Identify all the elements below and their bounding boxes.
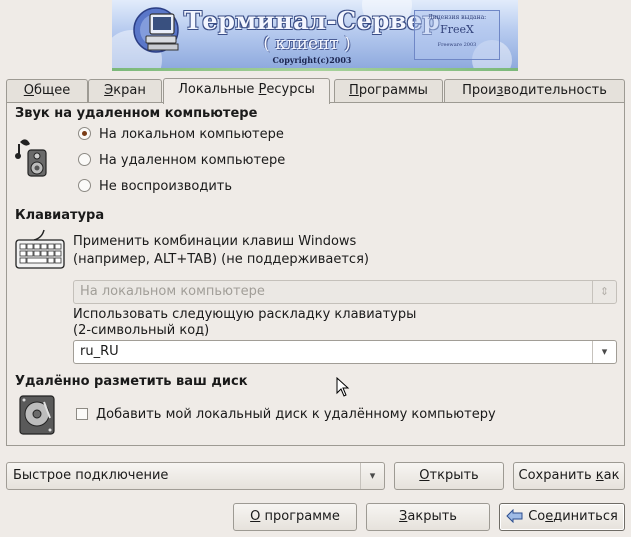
chevron-down-icon: ▾	[592, 341, 616, 363]
about-button-mnemonic: О	[250, 509, 261, 524]
computer-icon	[133, 7, 179, 53]
layout-label-line2: (2-символьный код)	[73, 323, 210, 338]
open-button-label: ткрыть	[429, 468, 479, 483]
tab-programs-label: рограммы	[358, 83, 428, 98]
tab-general-mnemonic: О	[23, 83, 34, 98]
tab-programs-mnemonic: П	[349, 83, 359, 98]
open-button[interactable]: Открыть	[394, 462, 504, 490]
save-as-button-mnemonic: к	[595, 468, 604, 483]
quick-connect-combo[interactable]: Быстрое подключение ▾	[6, 462, 385, 490]
close-button-label: акрыть	[407, 509, 457, 524]
banner-logo-line1: Лицензия выдана:	[427, 14, 487, 21]
banner-logo: Лицензия выдана: FreeX Freeware 2003	[414, 10, 500, 60]
sound-option-remote[interactable]: На удаленном компьютере	[78, 152, 285, 170]
share-disk-checkbox-label: Добавить мой локальный диск к удалённому…	[96, 407, 496, 422]
keyboard-icon	[15, 229, 65, 269]
tab-screen-mnemonic: Э	[104, 83, 114, 98]
disk-section-title: Удалённо разметить ваш диск	[15, 374, 248, 389]
apply-shortcuts-combo-value: На локальном компьютере	[80, 284, 265, 299]
connect-arrow-icon	[506, 508, 523, 524]
banner-subtitle: ( клиент )	[263, 34, 351, 54]
spin-arrows-icon: ⇕	[592, 281, 616, 303]
tab-local-resources-pre: Локальные	[178, 82, 259, 97]
layout-label-line1: Использовать следующую раскладку клавиат…	[73, 307, 417, 322]
chevron-down-icon: ▾	[360, 463, 384, 489]
radio-unchecked[interactable]	[78, 153, 91, 166]
sound-section-title: Звук на удаленном компьютере	[15, 106, 258, 121]
tab-screen-label: кран	[113, 83, 146, 98]
banner-title: Терминал-Сервер	[184, 6, 440, 35]
connect-button[interactable]: Соединиться	[499, 503, 625, 531]
keyboard-layout-value: ru_RU	[80, 344, 119, 359]
quick-connect-value: Быстрое подключение	[13, 468, 169, 483]
tab-performance-pre: Прои	[462, 83, 497, 98]
close-button[interactable]: Закрыть	[366, 503, 490, 531]
tab-general[interactable]: Общее	[6, 79, 88, 102]
keyboard-desc-line2: (например, ALT+TAB) (не поддерживается)	[73, 252, 369, 267]
sound-option-none-label: Не воспроизводить	[99, 179, 233, 194]
share-disk-checkbox[interactable]	[76, 408, 88, 420]
hard-disk-icon	[19, 395, 55, 435]
keyboard-desc-line1: Применить комбинации клавиш Windows	[73, 234, 357, 249]
radio-unchecked[interactable]	[78, 179, 91, 192]
about-button[interactable]: О программе	[233, 503, 357, 531]
sound-option-local[interactable]: На локальном компьютере	[78, 126, 284, 144]
tab-programs[interactable]: Программы	[334, 79, 443, 102]
apply-shortcuts-combo[interactable]: На локальном компьютере ⇕	[73, 280, 617, 304]
banner-stripe	[112, 68, 518, 71]
sound-option-local-label: На локальном компьютере	[99, 127, 284, 142]
keyboard-layout-combo[interactable]: ru_RU ▾	[73, 340, 617, 364]
banner: Терминал-Сервер ( клиент ) Copyright(c)2…	[112, 0, 518, 68]
share-disk-checkbox-row[interactable]: Добавить мой локальный диск к удалённому…	[76, 406, 496, 424]
save-as-button-pre: Сохранить	[518, 468, 596, 483]
open-button-mnemonic: О	[419, 468, 430, 483]
tab-performance[interactable]: Производительность	[444, 79, 625, 102]
keyboard-section-title: Клавиатура	[15, 208, 105, 223]
sound-option-none[interactable]: Не воспроизводить	[78, 178, 232, 196]
tab-local-resources[interactable]: Локальные Ресурсы	[163, 78, 330, 104]
sound-option-remote-label: На удаленном компьютере	[99, 153, 286, 168]
banner-logo-line2: FreeX	[440, 23, 474, 36]
tab-local-resources-label: есурсы	[266, 82, 315, 97]
banner-logo-line3: Freeware 2003	[437, 42, 477, 48]
banner-copyright: Copyright(c)2003	[272, 55, 352, 65]
connect-button-pre: Со	[528, 509, 546, 524]
mouse-pointer-icon	[336, 377, 350, 397]
tab-performance-label: водительность	[503, 83, 607, 98]
tab-screen[interactable]: Экран	[88, 79, 162, 102]
save-as-button-label: ак	[603, 468, 620, 483]
save-as-button[interactable]: Сохранить как	[513, 462, 625, 490]
about-button-label: программе	[260, 509, 340, 524]
radio-checked[interactable]	[78, 127, 91, 140]
tab-general-label: бщее	[33, 83, 71, 98]
speaker-icon	[15, 139, 47, 177]
connect-button-label: диниться	[553, 509, 618, 524]
